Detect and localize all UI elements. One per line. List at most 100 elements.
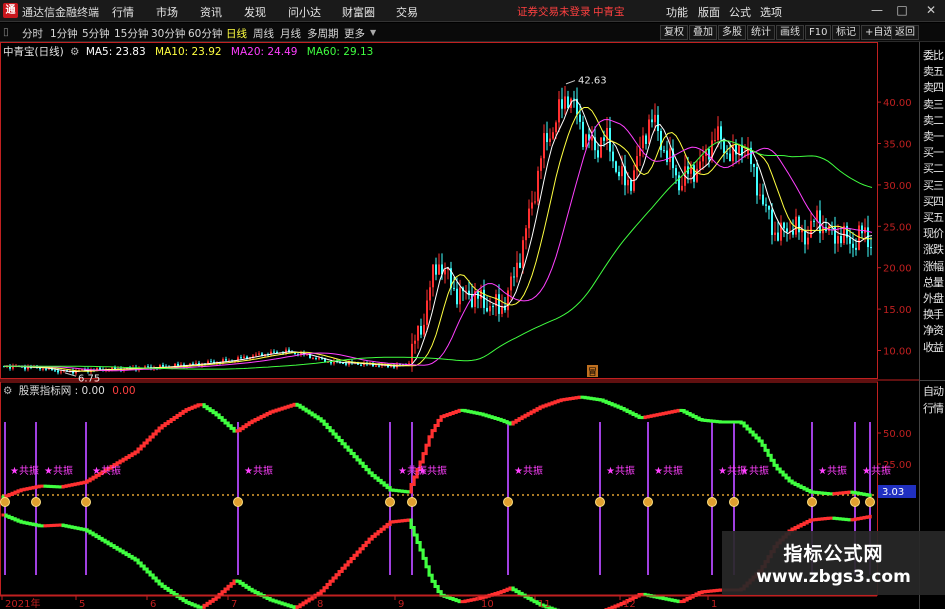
oscillator-lower-step: [187, 600, 191, 606]
oscillator-upper-step: [448, 412, 452, 417]
side-panel-item[interactable]: 卖二: [921, 113, 945, 129]
side-panel-item[interactable]: 卖三: [921, 97, 945, 113]
candle-body: [288, 349, 290, 352]
overlay-button[interactable]: 叠加: [689, 25, 717, 40]
side-panel-item[interactable]: 卖一: [921, 129, 945, 145]
oscillator-upper-step: [382, 481, 386, 487]
minimize-button[interactable]: —: [868, 2, 886, 18]
oscillator-upper-step: [697, 416, 701, 421]
oscillator-lower-step: [637, 593, 641, 598]
login-warning[interactable]: 证券交易未登录: [517, 4, 591, 19]
side-panel-item[interactable]: 净资: [921, 323, 945, 339]
oscillator-upper-step: [451, 410, 455, 415]
side-panel-item[interactable]: 总量: [921, 275, 945, 291]
oscillator-lower-step: [22, 520, 26, 525]
menu-trade[interactable]: 交易: [396, 4, 418, 20]
candle-body: [312, 358, 314, 360]
statistics-button[interactable]: 统计: [747, 25, 775, 40]
oscillator-lower-step: [235, 579, 239, 583]
oscillator-upper-step: [760, 439, 764, 447]
menu-quotes[interactable]: 行情: [112, 4, 134, 20]
menu-wealth-circle[interactable]: 财富圈: [342, 4, 375, 20]
oscillator-upper-step: [799, 484, 803, 489]
side-panel-item[interactable]: 买三: [921, 178, 945, 194]
candle-body: [771, 209, 773, 235]
candle-body: [807, 237, 809, 245]
close-button[interactable]: ✕: [922, 2, 940, 18]
period-30min[interactable]: 30分钟: [151, 26, 185, 41]
oscillator-upper-step: [793, 481, 797, 486]
side-panel-item[interactable]: 换手: [921, 307, 945, 323]
menu-market[interactable]: 市场: [156, 4, 178, 20]
f10-button[interactable]: F10: [805, 25, 832, 40]
multi-stock-button[interactable]: 多股: [718, 25, 746, 40]
oscillator-upper-step: [805, 487, 809, 492]
period-intraday[interactable]: 分时: [22, 26, 43, 41]
menu-news[interactable]: 资讯: [200, 4, 222, 20]
side-panel-item[interactable]: 委比: [921, 48, 945, 64]
side-panel-item[interactable]: 买四: [921, 194, 945, 210]
side-panel-item[interactable]: 收益: [921, 340, 945, 356]
oscillator-upper-step: [316, 415, 320, 421]
side-panel-item[interactable]: 买一: [921, 145, 945, 161]
adjust-button[interactable]: 复权: [660, 25, 688, 40]
menu-layout[interactable]: 版面: [698, 4, 720, 20]
mark-button[interactable]: 标记: [832, 25, 860, 40]
oscillator-lower-step: [370, 534, 374, 541]
oscillator-upper-step: [625, 408, 629, 413]
period-multi[interactable]: 多周期: [307, 26, 339, 41]
side-panel-item[interactable]: 涨幅: [921, 259, 945, 275]
side-panel-item[interactable]: 涨跌: [921, 242, 945, 258]
period-monthly[interactable]: 月线: [280, 26, 301, 41]
oscillator-lower-step: [289, 604, 293, 609]
draw-line-button[interactable]: 画线: [776, 25, 804, 40]
oscillator-upper-step: [571, 396, 575, 400]
resonance-signal-label: ★共振: [44, 464, 73, 477]
chart-canvas[interactable]: 40.0035.0030.0025.0020.0015.0010.0042.63…: [0, 42, 919, 609]
sub-settings-gear-icon[interactable]: ⚙: [3, 385, 12, 397]
side-panel-mode-item[interactable]: 自动: [921, 384, 945, 400]
settings-gear-icon[interactable]: ⚙: [70, 46, 79, 58]
menu-xiaoda[interactable]: 问小达: [288, 4, 321, 20]
side-panel-item[interactable]: 卖五: [921, 64, 945, 80]
candle-body: [717, 126, 719, 141]
oscillator-upper-step: [352, 451, 356, 459]
period-60min[interactable]: 60分钟: [188, 26, 222, 41]
more-chevron-icon[interactable]: ▼: [370, 28, 376, 37]
menu-function[interactable]: 功能: [666, 4, 688, 20]
oscillator-lower-step: [793, 526, 797, 531]
oscillator-upper-step: [400, 489, 404, 493]
oscillator-lower-step: [838, 517, 842, 521]
menu-options[interactable]: 选项: [760, 4, 782, 20]
oscillator-lower-step: [685, 597, 689, 602]
oscillator-upper-step: [160, 424, 164, 430]
oscillator-upper-step: [544, 403, 548, 408]
side-panel-item[interactable]: 买二: [921, 161, 945, 177]
candle-body: [195, 362, 197, 364]
period-weekly[interactable]: 周线: [253, 26, 274, 41]
maximize-button[interactable]: □: [893, 2, 911, 18]
side-panel-mode-item[interactable]: 行情: [921, 401, 945, 417]
menu-discover[interactable]: 发现: [244, 4, 266, 20]
period-more[interactable]: 更多: [344, 26, 365, 41]
quote-side-panel: 委比 卖五 卖四 卖三 卖二 卖一 买一 买二 买三 买四 买五 现价 涨跌 涨幅 总量 外盘 换手 净资 收益自动…: [919, 42, 945, 609]
period-daily[interactable]: 日线: [226, 26, 247, 41]
menu-formula[interactable]: 公式: [729, 4, 751, 20]
oscillator-lower-step: [364, 540, 368, 548]
side-panel-item[interactable]: 外盘: [921, 291, 945, 307]
oscillator-lower-step: [823, 517, 827, 521]
back-button[interactable]: 返回: [891, 25, 919, 40]
oscillator-lower-step: [349, 557, 353, 564]
oscillator-lower-step: [76, 526, 80, 531]
oscillator-upper-step: [859, 491, 863, 496]
side-panel-item[interactable]: 卖四: [921, 80, 945, 96]
period-15min[interactable]: 15分钟: [114, 26, 148, 41]
side-panel-item[interactable]: 现价: [921, 226, 945, 242]
indicator-value1: : 0.00: [74, 385, 105, 397]
signal-coin-icon: [595, 497, 605, 507]
oscillator-lower-step: [85, 528, 89, 533]
period-5min[interactable]: 5分钟: [82, 26, 110, 41]
period-1min[interactable]: 1分钟: [50, 26, 78, 41]
oscillator-lower-step: [706, 589, 710, 593]
side-panel-item[interactable]: 买五: [921, 210, 945, 226]
